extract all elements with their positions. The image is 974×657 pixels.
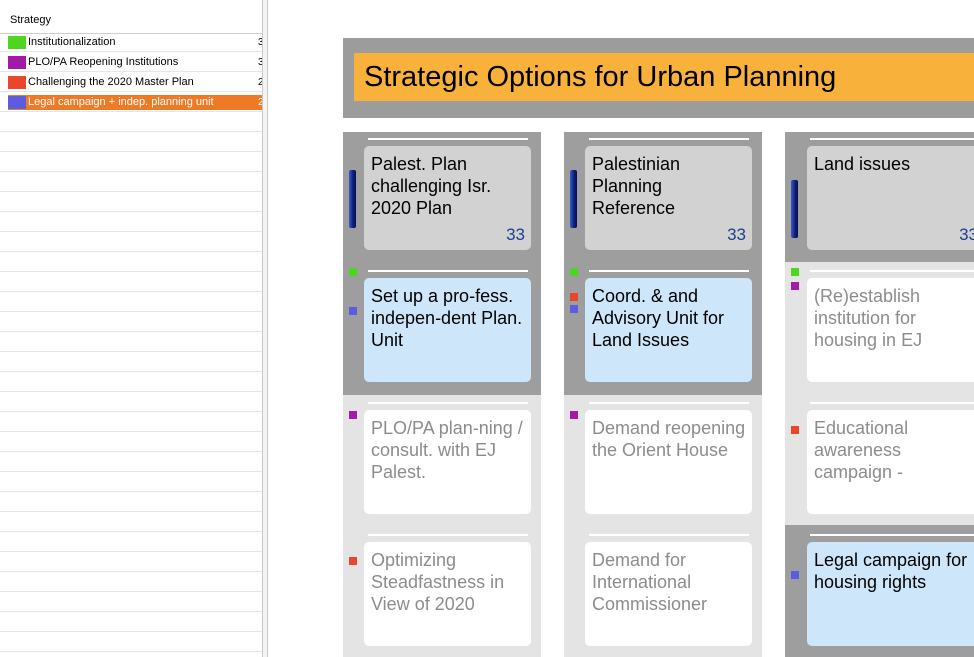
card-text: (Re)establish institution for housing in… — [814, 286, 923, 350]
option-card[interactable]: Demand for International Commissioner — [585, 542, 752, 646]
column-handle-icon[interactable] — [791, 180, 798, 238]
cell-divider — [589, 270, 749, 272]
option-card-selected[interactable]: Legal campaign for housing rights — [807, 542, 974, 646]
strategy-marker-blue — [791, 571, 799, 579]
strategy-item-label: PLO/PA Reopening Institutions — [28, 56, 179, 68]
card-text: Legal campaign for housing rights — [814, 550, 968, 592]
cell-divider — [810, 138, 974, 140]
card-text: Land issues — [814, 154, 911, 174]
strategy-column-header[interactable]: Strategy — [10, 14, 51, 26]
strategy-marker-blue — [349, 307, 357, 315]
card-text: Educational awareness campaign - — [814, 418, 909, 482]
strategy-item-label: Institutionalization — [28, 36, 116, 48]
strategy-color-swatch — [8, 96, 26, 109]
card-text: Palest. Plan challenging Isr. 2020 Plan — [371, 154, 492, 218]
cell-divider — [810, 402, 974, 404]
cell-divider — [810, 270, 974, 272]
card-text: Palestinian Planning Reference — [592, 154, 681, 218]
strategy-item-plo-pa-reopening[interactable]: PLO/PA Reopening Institutions 3 — [8, 55, 264, 70]
strategy-item-institutionalization[interactable]: Institutionalization 3 — [8, 35, 264, 50]
option-card[interactable]: (Re)establish institution for housing in… — [807, 278, 974, 382]
board-title[interactable]: Strategic Options for Urban Planning — [354, 53, 974, 101]
strategy-color-swatch — [8, 36, 26, 49]
strategy-marker-red — [570, 293, 578, 301]
card-text: Optimizing Steadfastness in View of 2020 — [371, 550, 505, 614]
strategy-marker-purple — [570, 411, 578, 419]
card-text: Set up a pro-fess. indepen-dent Plan. Un… — [371, 286, 523, 350]
option-card[interactable]: Demand reopening the Orient House — [585, 410, 752, 514]
option-card[interactable]: PLO/PA plan-ning / consult. with EJ Pale… — [364, 410, 531, 514]
strategy-item-label: Challenging the 2020 Master Plan — [28, 76, 194, 88]
strategy-marker-green — [349, 268, 357, 276]
cell-divider — [589, 138, 749, 140]
strategy-marker-green — [570, 268, 578, 276]
card-count: 33 — [727, 225, 746, 244]
strategy-marker-purple — [349, 411, 357, 419]
strategy-marker-green — [791, 268, 799, 276]
cell-divider — [368, 534, 528, 536]
strategy-item-legal-campaign[interactable]: Legal campaign + indep. planning unit 2 — [8, 95, 264, 110]
card-count: 33 — [959, 225, 974, 244]
strategy-panel: Strategy Institutionalization 3 PLO/PA R… — [0, 0, 264, 657]
strategy-marker-red — [349, 557, 357, 565]
cell-divider — [589, 402, 749, 404]
column-handle-icon[interactable] — [570, 170, 577, 228]
column-header-card-3[interactable]: Land issues 33 — [807, 146, 974, 250]
cell-divider — [589, 534, 749, 536]
column-handle-icon[interactable] — [349, 170, 356, 228]
column-header-card-2[interactable]: Palestinian Planning Reference 33 — [585, 146, 752, 250]
strategy-color-swatch — [8, 56, 26, 69]
cell-divider — [810, 534, 974, 536]
option-card[interactable]: Optimizing Steadfastness in View of 2020 — [364, 542, 531, 646]
card-text: Demand for International Commissioner — [592, 550, 708, 614]
column-header-card-1[interactable]: Palest. Plan challenging Isr. 2020 Plan … — [364, 146, 531, 250]
card-text: Coord. & and Advisory Unit for Land Issu… — [592, 286, 725, 350]
panel-splitter[interactable] — [262, 0, 268, 657]
strategy-color-swatch — [8, 76, 26, 89]
strategy-marker-purple — [791, 282, 799, 290]
strategy-item-challenging-2020[interactable]: Challenging the 2020 Master Plan 2 — [8, 75, 264, 90]
card-text: Demand reopening the Orient House — [592, 418, 746, 460]
cell-divider — [368, 270, 528, 272]
strategy-panel-header: Strategy — [0, 0, 262, 34]
card-text: PLO/PA plan-ning / consult. with EJ Pale… — [371, 418, 523, 482]
card-count: 33 — [506, 225, 525, 244]
option-card[interactable]: Educational awareness campaign - — [807, 410, 974, 514]
option-card[interactable]: Coord. & and Advisory Unit for Land Issu… — [585, 278, 752, 382]
strategy-item-label: Legal campaign + indep. planning unit — [28, 96, 214, 108]
cell-divider — [368, 402, 528, 404]
strategy-marker-blue — [570, 305, 578, 313]
strategy-marker-red — [791, 426, 799, 434]
cell-divider — [368, 138, 528, 140]
option-card[interactable]: Set up a pro-fess. indepen-dent Plan. Un… — [364, 278, 531, 382]
